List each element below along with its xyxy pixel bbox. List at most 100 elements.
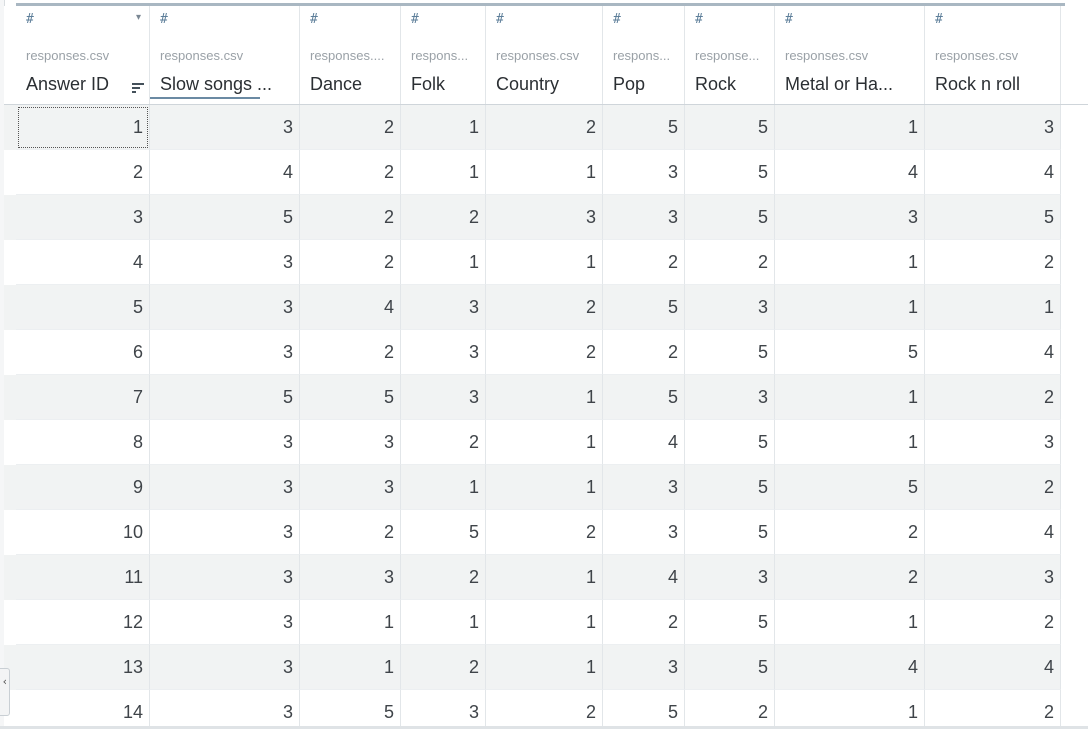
table-row[interactable]: 352233535: [4, 195, 1061, 240]
column-header-0[interactable]: # responses.csv Answer ID ▾: [16, 6, 150, 104]
column-header-1[interactable]: # responses.csv Slow songs ...: [150, 6, 300, 104]
table-cell[interactable]: 5: [401, 510, 486, 555]
table-cell[interactable]: 4: [603, 420, 685, 465]
table-cell[interactable]: 3: [150, 240, 300, 285]
column-header-3[interactable]: # respons... Folk: [401, 6, 486, 104]
column-header-6[interactable]: # response... Rock: [685, 6, 775, 104]
table-cell[interactable]: 5: [603, 690, 685, 729]
table-cell[interactable]: 5: [603, 105, 685, 150]
column-header-4[interactable]: # responses.csv Country: [486, 6, 603, 104]
table-cell[interactable]: 2: [925, 375, 1061, 420]
column-header-2[interactable]: # responses.... Dance: [300, 6, 401, 104]
table-cell[interactable]: 8: [16, 420, 150, 465]
table-row[interactable]: 242113544: [4, 150, 1061, 195]
table-cell[interactable]: 1: [401, 465, 486, 510]
table-cell[interactable]: 4: [775, 645, 925, 690]
table-cell[interactable]: 2: [401, 645, 486, 690]
table-row[interactable]: 632322554: [4, 330, 1061, 375]
table-cell[interactable]: 2: [300, 510, 401, 555]
table-cell[interactable]: 2: [775, 510, 925, 555]
table-cell[interactable]: 3: [150, 105, 300, 150]
table-cell[interactable]: 4: [925, 330, 1061, 375]
table-cell[interactable]: 5: [775, 465, 925, 510]
table-cell[interactable]: 4: [775, 150, 925, 195]
table-cell[interactable]: 1: [16, 105, 150, 150]
table-cell[interactable]: 2: [486, 690, 603, 729]
table-cell[interactable]: 5: [685, 105, 775, 150]
table-cell[interactable]: 3: [150, 645, 300, 690]
table-cell[interactable]: 5: [685, 420, 775, 465]
table-cell[interactable]: 3: [300, 465, 401, 510]
table-cell[interactable]: 1: [486, 375, 603, 420]
table-cell[interactable]: 11: [16, 555, 150, 600]
sort-icon[interactable]: [132, 83, 144, 93]
table-cell[interactable]: 3: [150, 690, 300, 729]
table-cell[interactable]: 2: [603, 240, 685, 285]
table-cell[interactable]: 3: [150, 330, 300, 375]
table-cell[interactable]: 3: [925, 555, 1061, 600]
number-type-icon[interactable]: #: [695, 13, 703, 27]
table-cell[interactable]: 4: [603, 555, 685, 600]
table-cell[interactable]: 5: [685, 150, 775, 195]
table-cell[interactable]: 4: [925, 645, 1061, 690]
table-cell[interactable]: 2: [486, 105, 603, 150]
column-field-name[interactable]: Slow songs ...: [160, 74, 294, 95]
table-cell[interactable]: 9: [16, 465, 150, 510]
column-field-name[interactable]: Pop: [613, 74, 679, 95]
table-cell[interactable]: 13: [16, 645, 150, 690]
table-cell[interactable]: 3: [300, 555, 401, 600]
table-cell[interactable]: 3: [150, 465, 300, 510]
number-type-icon[interactable]: #: [496, 13, 504, 27]
table-cell[interactable]: 1: [486, 555, 603, 600]
chevron-down-icon[interactable]: ▾: [136, 12, 141, 23]
table-row[interactable]: 933113552: [4, 465, 1061, 510]
table-cell[interactable]: 5: [603, 375, 685, 420]
table-cell[interactable]: 5: [925, 195, 1061, 240]
table-row[interactable]: 432112212: [4, 240, 1061, 285]
table-cell[interactable]: 1: [401, 240, 486, 285]
table-cell[interactable]: 3: [603, 195, 685, 240]
table-cell[interactable]: 4: [925, 510, 1061, 555]
table-cell[interactable]: 3: [401, 285, 486, 330]
table-cell[interactable]: 4: [925, 150, 1061, 195]
table-cell[interactable]: 1: [775, 375, 925, 420]
table-cell[interactable]: 2: [685, 690, 775, 729]
table-cell[interactable]: 5: [685, 645, 775, 690]
column-field-name[interactable]: Dance: [310, 74, 395, 95]
table-cell[interactable]: 2: [300, 240, 401, 285]
table-cell[interactable]: 3: [603, 645, 685, 690]
table-cell[interactable]: 3: [603, 465, 685, 510]
column-field-name[interactable]: Folk: [411, 74, 480, 95]
table-row[interactable]: 755315312: [4, 375, 1061, 420]
column-field-name[interactable]: Answer ID: [26, 74, 124, 95]
table-cell[interactable]: 2: [925, 600, 1061, 645]
table-row[interactable]: 13 3 1 2 1 3 5 4 4: [4, 645, 1061, 690]
table-cell[interactable]: 2: [486, 510, 603, 555]
table-cell[interactable]: 3: [150, 555, 300, 600]
table-cell[interactable]: 1: [775, 285, 925, 330]
table-cell[interactable]: 2: [775, 555, 925, 600]
table-cell[interactable]: 2: [300, 330, 401, 375]
table-cell[interactable]: 1: [775, 600, 925, 645]
table-cell[interactable]: 4: [300, 285, 401, 330]
table-cell[interactable]: 2: [486, 330, 603, 375]
table-cell[interactable]: 2: [401, 555, 486, 600]
column-header-8[interactable]: # responses.csv Rock n roll: [925, 6, 1061, 104]
table-cell[interactable]: 3: [300, 420, 401, 465]
number-type-icon[interactable]: #: [160, 13, 168, 27]
table-cell[interactable]: 5: [685, 330, 775, 375]
table-row[interactable]: 10 3 2 5 2 3 5 2 4: [4, 510, 1061, 555]
table-cell[interactable]: 3: [150, 420, 300, 465]
table-row[interactable]: 132125513: [4, 105, 1061, 150]
table-cell[interactable]: 5: [150, 195, 300, 240]
table-cell[interactable]: 1: [401, 150, 486, 195]
table-cell[interactable]: 5: [603, 285, 685, 330]
table-cell[interactable]: 3: [401, 375, 486, 420]
table-cell[interactable]: 1: [775, 105, 925, 150]
table-cell[interactable]: 5: [685, 195, 775, 240]
table-cell[interactable]: 5: [300, 375, 401, 420]
table-cell[interactable]: 3: [685, 375, 775, 420]
table-row[interactable]: 534325311: [4, 285, 1061, 330]
table-row[interactable]: 14 3 5 3 2 5 2 1 2: [4, 690, 1061, 729]
table-cell[interactable]: 2: [603, 330, 685, 375]
